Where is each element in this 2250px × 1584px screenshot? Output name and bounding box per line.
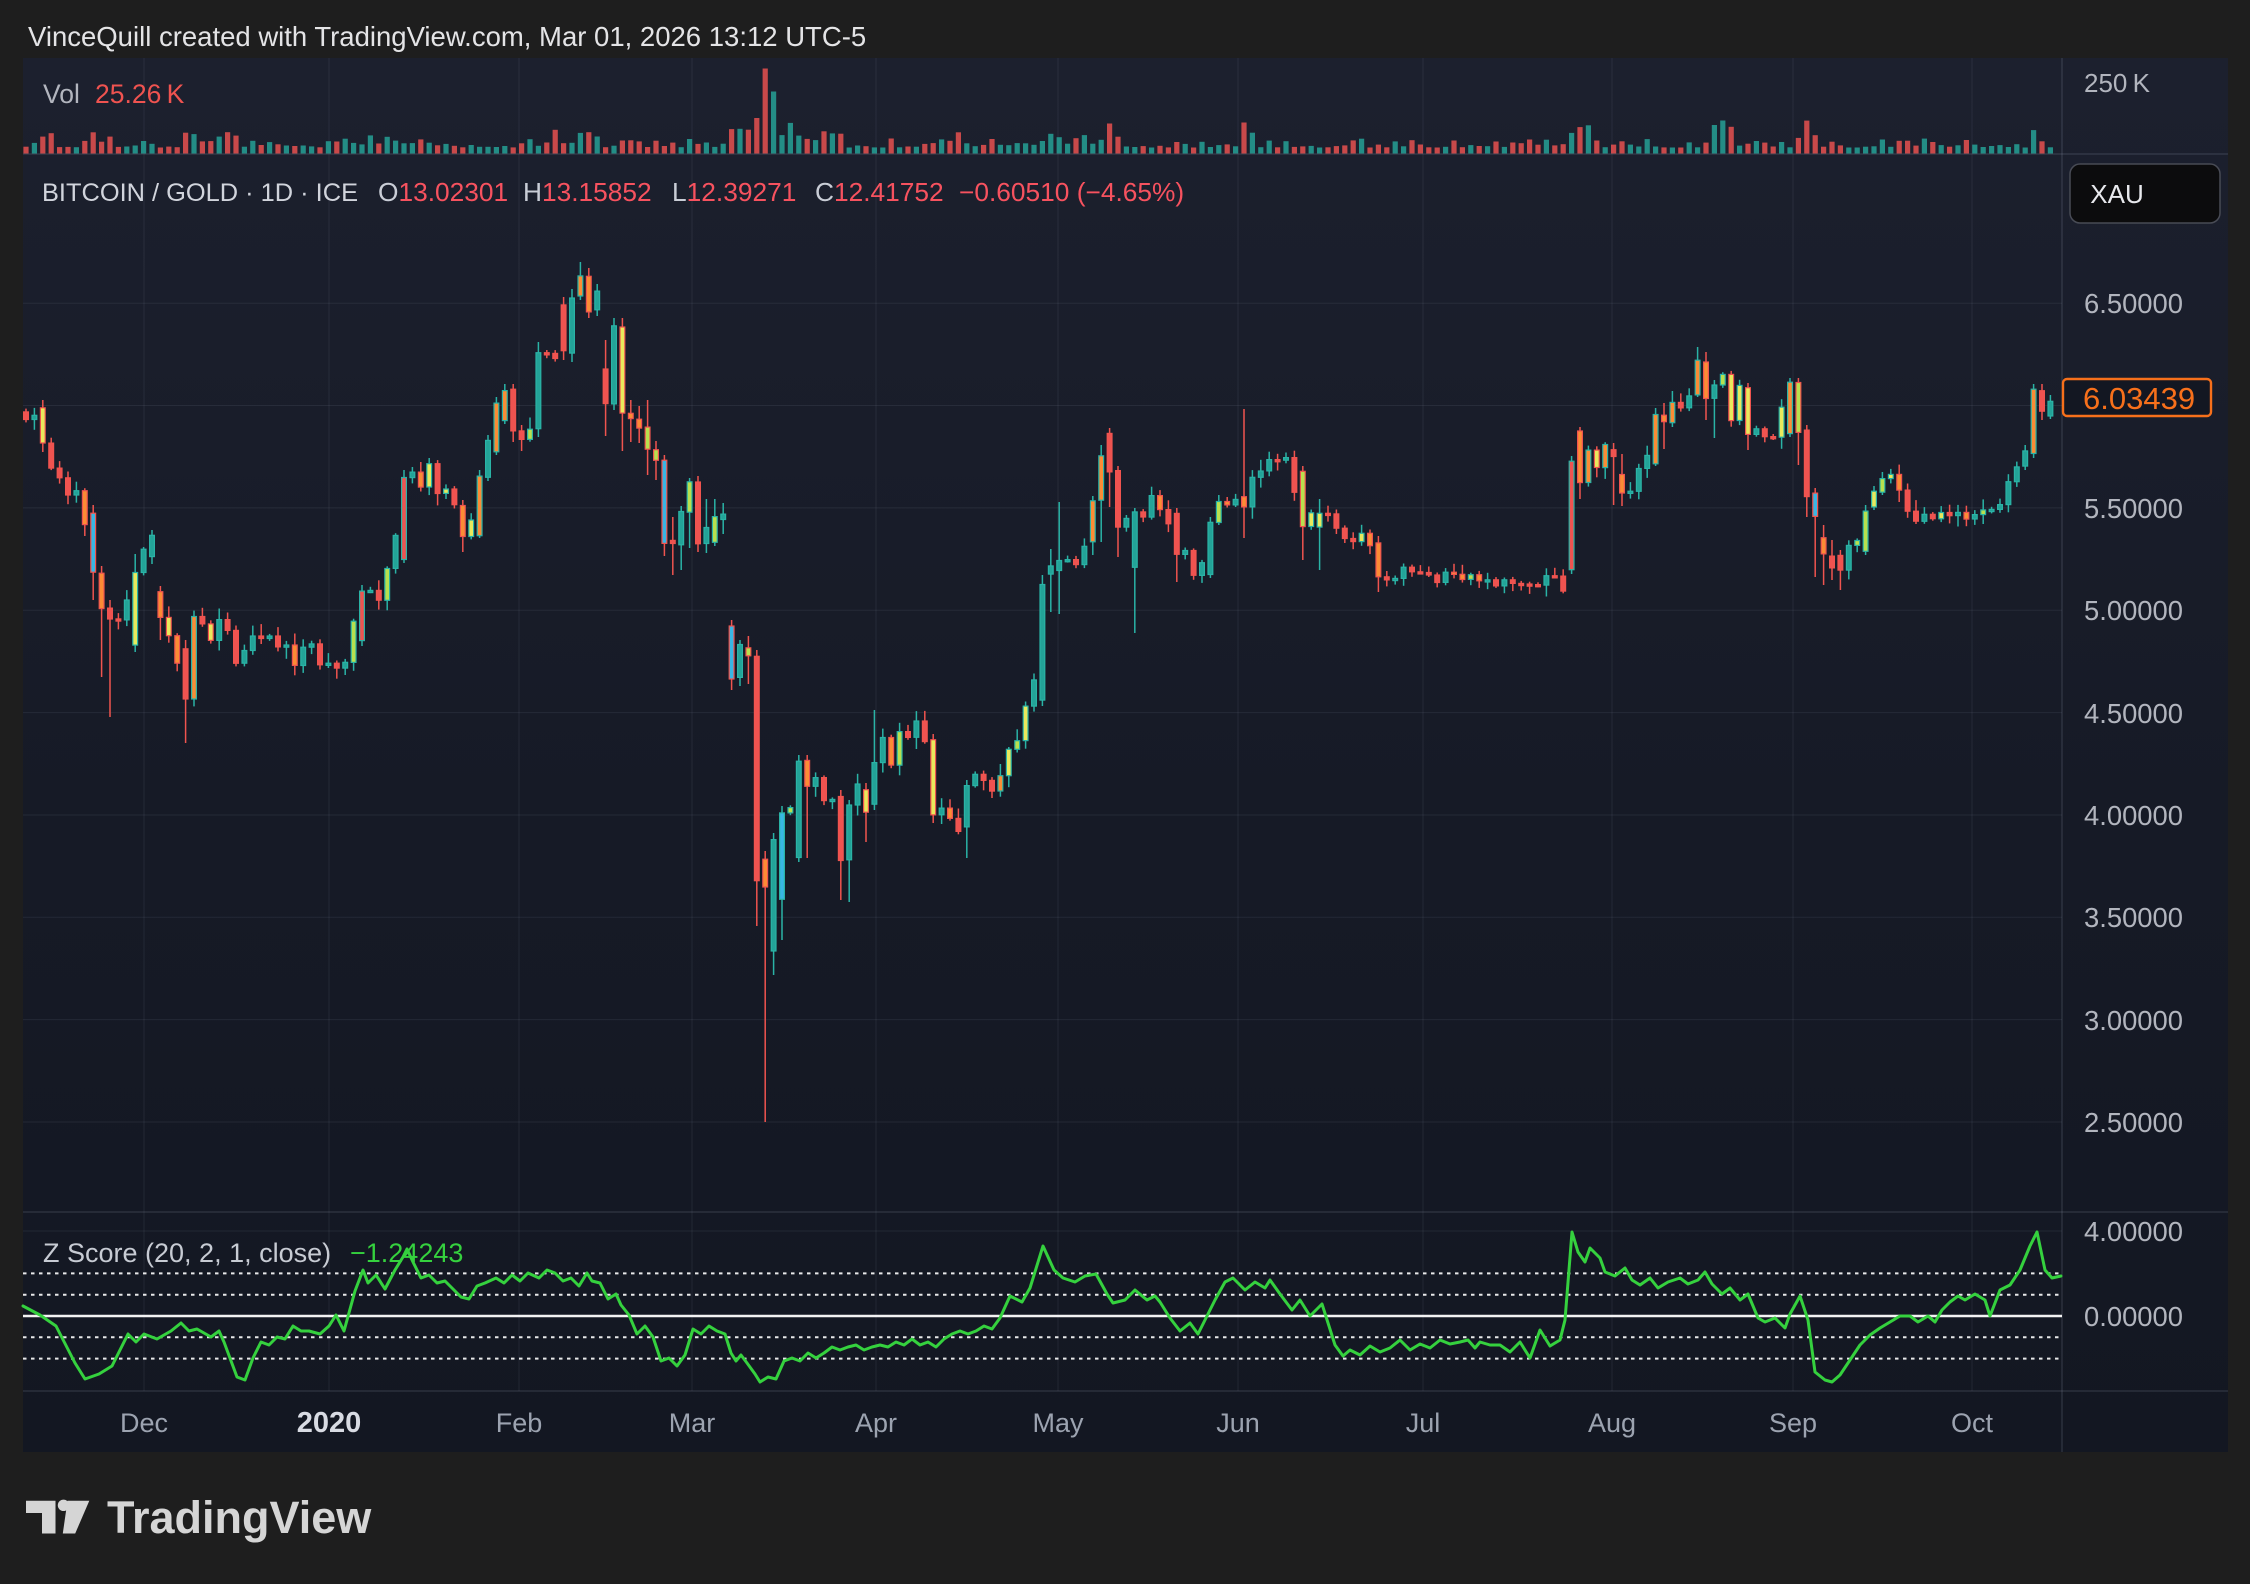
svg-text:Jul: Jul	[1406, 1408, 1441, 1438]
svg-text:2020: 2020	[297, 1407, 362, 1439]
svg-text:5.50000: 5.50000	[2084, 493, 2183, 524]
svg-text:Aug: Aug	[1588, 1408, 1636, 1438]
svg-text:TradingView: TradingView	[107, 1492, 372, 1543]
svg-text:L12.39271: L12.39271	[672, 177, 796, 207]
svg-text:Z Score (20, 2, 1, close): Z Score (20, 2, 1, close)	[43, 1238, 331, 1268]
svg-text:Oct: Oct	[1951, 1408, 1994, 1438]
svg-text:250 K: 250 K	[2084, 68, 2151, 98]
svg-text:6.03439: 6.03439	[2083, 381, 2195, 416]
svg-text:H13.15852: H13.15852	[523, 177, 652, 207]
svg-text:3.50000: 3.50000	[2084, 902, 2183, 933]
svg-text:O13.02301: O13.02301	[378, 177, 508, 207]
svg-text:4.00000: 4.00000	[2084, 1216, 2183, 1247]
svg-text:5.00000: 5.00000	[2084, 595, 2183, 626]
svg-text:Mar: Mar	[669, 1408, 716, 1438]
svg-text:Feb: Feb	[496, 1408, 543, 1438]
svg-text:C12.41752: C12.41752	[815, 177, 944, 207]
svg-text:25.26 K: 25.26 K	[95, 79, 185, 109]
svg-text:Jun: Jun	[1216, 1408, 1260, 1438]
svg-text:0.00000: 0.00000	[2084, 1301, 2183, 1332]
svg-text:Vol: Vol	[43, 79, 80, 109]
svg-text:Dec: Dec	[120, 1408, 168, 1438]
svg-text:−0.60510 (−4.65%): −0.60510 (−4.65%)	[959, 177, 1184, 207]
svg-text:4.50000: 4.50000	[2084, 698, 2183, 729]
svg-text:−1.24243: −1.24243	[350, 1238, 463, 1268]
svg-text:4.00000: 4.00000	[2084, 800, 2183, 831]
svg-text:6.50000: 6.50000	[2084, 288, 2183, 319]
svg-text:XAU: XAU	[2090, 179, 2143, 209]
svg-text:Sep: Sep	[1769, 1408, 1817, 1438]
svg-text:Apr: Apr	[855, 1408, 897, 1438]
svg-text:3.00000: 3.00000	[2084, 1005, 2183, 1036]
svg-text:2.50000: 2.50000	[2084, 1107, 2183, 1138]
svg-text:VinceQuill created with Tradin: VinceQuill created with TradingView.com,…	[28, 21, 866, 52]
svg-text:May: May	[1032, 1408, 1084, 1438]
svg-text:BITCOIN / GOLD · 1D · ICE: BITCOIN / GOLD · 1D · ICE	[42, 179, 358, 207]
